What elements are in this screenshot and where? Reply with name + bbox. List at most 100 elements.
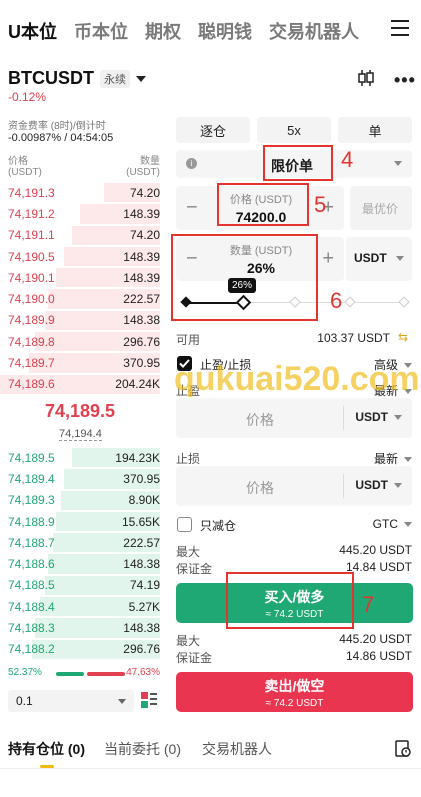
- buy-ratio-bar: [56, 672, 84, 676]
- sell-short-button[interactable]: 卖出/做空 ≈ 74.2 USDT: [176, 672, 413, 712]
- bid-price: 74,189.4: [8, 471, 55, 486]
- orderbook-layout-icon[interactable]: [140, 691, 158, 709]
- depth-precision-value: 0.1: [16, 694, 33, 708]
- sell-margin-value: 14.86 USDT: [345, 649, 412, 663]
- tab-options[interactable]: 期权: [145, 18, 181, 44]
- sl-trigger-value: 最新: [373, 452, 398, 466]
- buy-max-label: 最大: [176, 545, 201, 559]
- best-price-button[interactable]: 最优价: [350, 186, 412, 230]
- tp-divider: [343, 406, 344, 430]
- chevron-down-icon: [118, 699, 126, 704]
- bid-row[interactable]: 74,188.2 296.76: [0, 639, 160, 660]
- price-decrease-button[interactable]: −: [186, 197, 198, 220]
- sl-divider: [343, 474, 344, 498]
- bid-row[interactable]: 74,188.6 148.38: [0, 553, 160, 574]
- sl-unit-select[interactable]: USDT: [355, 478, 402, 492]
- ask-row[interactable]: 74,189.8 296.76: [0, 331, 160, 352]
- position-mode-button[interactable]: 单: [338, 117, 412, 143]
- ask-row[interactable]: 74,189.6 204.24K: [0, 374, 160, 395]
- best-price-label: 最优价: [362, 202, 399, 216]
- tab-positions[interactable]: 持有仓位 (0): [8, 739, 85, 759]
- ask-row[interactable]: 74,189.9 148.38: [0, 310, 160, 331]
- sl-trigger-select[interactable]: 最新: [374, 450, 412, 467]
- bid-row[interactable]: 74,189.4 370.95: [0, 468, 160, 489]
- tp-price-input[interactable]: 价格 USDT: [176, 398, 412, 438]
- tp-unit-select[interactable]: USDT: [355, 410, 402, 424]
- reduce-only-checkbox[interactable]: [177, 517, 192, 532]
- tp-unit-value: USDT: [355, 410, 388, 424]
- annotation-number-4: 4: [341, 147, 354, 172]
- ask-quantity: 204.24K: [115, 377, 160, 392]
- sell-ratio-bar: [87, 672, 125, 676]
- quantity-unit-select[interactable]: USDT: [346, 237, 412, 281]
- slider-step-75[interactable]: [344, 296, 356, 308]
- bid-row[interactable]: 74,188.9 15.65K: [0, 511, 160, 532]
- buy-margin-value: 14.84 USDT: [345, 560, 412, 574]
- ask-quantity: 148.39: [123, 206, 160, 221]
- ask-row[interactable]: 74,190.0 222.57: [0, 288, 160, 309]
- more-options-icon[interactable]: •••: [394, 70, 416, 91]
- sl-price-input[interactable]: 价格 USDT: [176, 466, 412, 506]
- buy-max-value: 445.20 USDT: [339, 543, 412, 557]
- bid-price: 74,188.9: [8, 514, 55, 529]
- bid-quantity: 74.19: [129, 578, 160, 593]
- ask-row[interactable]: 74,191.1 74.20: [0, 225, 160, 246]
- tab-bots[interactable]: 交易机器人: [202, 739, 272, 759]
- slider-step-100[interactable]: [398, 296, 410, 308]
- quantity-unit-value: USDT: [354, 251, 387, 265]
- menu-icon[interactable]: [391, 20, 409, 36]
- mark-price: 74,194.4: [59, 428, 102, 441]
- ask-row[interactable]: 74,190.1 148.39: [0, 267, 160, 288]
- ask-row[interactable]: 74,190.5 148.39: [0, 246, 160, 267]
- available-label: 可用: [176, 333, 201, 347]
- ask-price: 74,189.9: [8, 313, 55, 328]
- ask-price: 74,191.3: [8, 185, 55, 200]
- sl-unit-value: USDT: [355, 478, 388, 492]
- order-history-icon[interactable]: [394, 740, 412, 758]
- ask-quantity: 222.57: [123, 292, 160, 307]
- bid-price: 74,188.4: [8, 599, 55, 614]
- ask-quantity: 74.20: [129, 185, 160, 200]
- ask-quantity: 296.76: [123, 334, 160, 349]
- last-price: 74,189.5: [45, 401, 116, 421]
- ask-row[interactable]: 74,189.7 370.95: [0, 352, 160, 373]
- sell-max-label: 最大: [176, 634, 201, 648]
- chevron-down-icon: [394, 483, 402, 489]
- quantity-header: 数量: [140, 156, 160, 167]
- bid-row[interactable]: 74,188.3 148.38: [0, 617, 160, 638]
- sell-ratio: 47.63%: [126, 667, 160, 678]
- tif-select[interactable]: GTC: [373, 517, 412, 531]
- bid-row[interactable]: 74,188.7 222.57: [0, 532, 160, 553]
- ask-quantity: 148.38: [123, 313, 160, 328]
- bid-row[interactable]: 74,188.4 5.27K: [0, 596, 160, 617]
- quantity-increase-button[interactable]: +: [322, 248, 334, 271]
- symbol-selector[interactable]: BTCUSDT 永续: [8, 68, 146, 89]
- tab-coin-m[interactable]: 币本位: [74, 18, 128, 44]
- bid-price: 74,188.7: [8, 535, 55, 550]
- info-icon[interactable]: i: [186, 158, 197, 169]
- bid-quantity: 370.95: [123, 471, 160, 486]
- leverage-button[interactable]: 5x: [257, 117, 331, 143]
- depth-precision-select[interactable]: 0.1: [8, 690, 134, 712]
- margin-mode-button[interactable]: 逐仓: [176, 117, 250, 143]
- sell-max-value: 445.20 USDT: [339, 632, 412, 646]
- ask-row[interactable]: 74,191.3 74.20: [0, 182, 160, 203]
- tab-trading-bots[interactable]: 交易机器人: [269, 18, 359, 44]
- candlestick-chart-icon[interactable]: [356, 68, 376, 88]
- bid-row[interactable]: 74,188.5 74.19: [0, 575, 160, 596]
- bid-list: 74,189.5 194.23K 74,189.4 370.95 74,189.3 8.9…: [0, 447, 160, 660]
- tab-open-orders[interactable]: 当前委托 (0): [104, 739, 181, 759]
- transfer-icon[interactable]: ⇆: [398, 330, 408, 344]
- bid-row[interactable]: 74,189.3 8.90K: [0, 490, 160, 511]
- reduce-only-label: 只减仓: [200, 519, 237, 533]
- bid-row[interactable]: 74,189.5 194.23K: [0, 447, 160, 468]
- bid-quantity: 296.76: [123, 642, 160, 657]
- ask-row[interactable]: 74,191.2 148.39: [0, 203, 160, 224]
- ask-quantity: 148.39: [123, 270, 160, 285]
- sell-short-label: 卖出/做空: [264, 678, 325, 694]
- watermark: qukuai520.com: [174, 360, 420, 398]
- tab-usdt-m[interactable]: U本位: [8, 18, 57, 44]
- annotation-box-order-type: [263, 145, 333, 181]
- tab-smart-money[interactable]: 聪明钱: [198, 18, 252, 44]
- quantity-unit: (USDT): [126, 167, 160, 178]
